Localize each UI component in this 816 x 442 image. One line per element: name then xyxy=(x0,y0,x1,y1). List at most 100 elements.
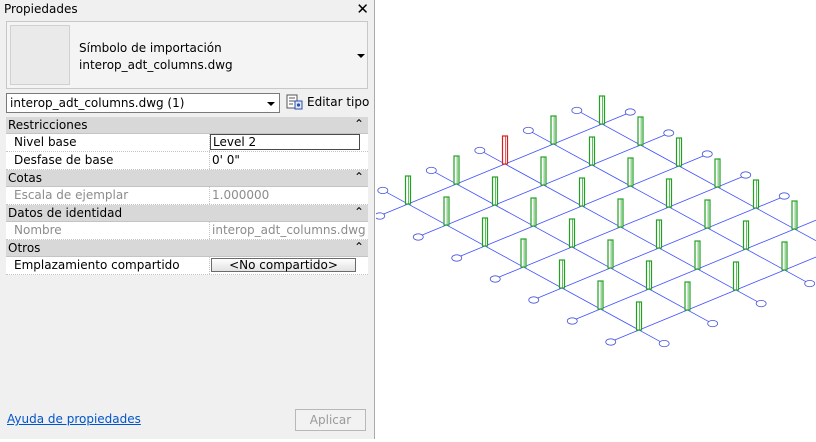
section-label: Datos de identidad xyxy=(8,206,123,220)
column xyxy=(558,259,566,289)
chevron-down-icon[interactable] xyxy=(357,54,365,58)
grid-bubble xyxy=(374,212,386,220)
dwg-columns-model[interactable] xyxy=(374,0,816,439)
column xyxy=(443,196,450,226)
palette-title-bar[interactable]: Propiedades ✕ xyxy=(0,0,374,19)
column-divider xyxy=(209,257,210,274)
instance-filter-dropdown[interactable]: interop_adt_columns.dwg (1) xyxy=(6,93,280,113)
property-label: Nivel base xyxy=(14,135,77,149)
property-row-nombre: Nombre interop_adt_columns.dwg xyxy=(6,222,368,240)
type-category: Símbolo de importación xyxy=(79,41,222,55)
grid-bubble xyxy=(740,171,752,179)
instance-filter-value: interop_adt_columns.dwg (1) xyxy=(10,96,185,110)
properties-grid: Restricciones ⌃ Nivel base Level 2 Desfa… xyxy=(6,117,368,275)
column xyxy=(491,176,499,206)
grid-bubble xyxy=(571,106,583,115)
column xyxy=(742,220,750,250)
grid-bubble xyxy=(778,192,790,200)
grid-bubble xyxy=(489,275,501,283)
column xyxy=(635,301,643,331)
escala-ejemplar-value: 1.000000 xyxy=(212,188,270,202)
column xyxy=(791,200,798,230)
column xyxy=(578,177,586,207)
collapse-icon[interactable]: ⌃ xyxy=(354,117,364,131)
grid-bubble xyxy=(425,166,437,175)
grid-bubble xyxy=(605,338,617,346)
edit-type-icon xyxy=(286,94,303,110)
grid-bubble xyxy=(474,146,486,155)
selected-column xyxy=(501,135,509,165)
section-cotas[interactable]: Cotas ⌃ xyxy=(6,170,368,187)
column xyxy=(675,137,683,167)
section-restricciones[interactable]: Restricciones ⌃ xyxy=(6,117,368,134)
type-name: interop_adt_columns.dwg xyxy=(79,58,233,72)
column xyxy=(684,281,691,311)
section-label: Otros xyxy=(8,241,41,255)
section-label: Restricciones xyxy=(8,118,88,132)
property-row-desfase-base: Desfase de base 0' 0" xyxy=(6,152,368,170)
section-datos-identidad[interactable]: Datos de identidad ⌃ xyxy=(6,205,368,222)
column xyxy=(540,156,547,186)
nivel-base-value: Level 2 xyxy=(213,135,257,149)
shared-site-button[interactable]: <No compartido> xyxy=(211,258,356,272)
grid-bubble xyxy=(377,186,389,195)
grid-bubble xyxy=(701,150,713,158)
property-row-escala-ejemplar: Escala de ejemplar 1.000000 xyxy=(6,187,368,205)
column xyxy=(637,116,644,146)
grid-bubble xyxy=(663,129,675,137)
collapse-icon[interactable]: ⌃ xyxy=(354,170,364,184)
collapse-icon[interactable]: ⌃ xyxy=(354,205,364,219)
palette-title: Propiedades xyxy=(4,2,78,16)
chevron-down-icon[interactable] xyxy=(267,102,275,106)
properties-palette: Propiedades ✕ Símbolo de importación int… xyxy=(0,0,375,439)
grid-bubble xyxy=(658,339,670,348)
section-label: Cotas xyxy=(8,171,43,185)
property-row-nivel-base: Nivel base Level 2 xyxy=(6,134,368,152)
edit-type-label: Editar tipo xyxy=(307,95,370,109)
column xyxy=(714,158,721,188)
column xyxy=(568,218,576,248)
column xyxy=(530,197,537,227)
apply-button[interactable]: Aplicar xyxy=(295,409,366,431)
column xyxy=(655,219,663,249)
column xyxy=(481,217,489,247)
type-selector[interactable]: Símbolo de importación interop_adt_colum… xyxy=(6,21,368,89)
nombre-value: interop_adt_columns.dwg xyxy=(212,223,366,237)
column xyxy=(588,136,596,166)
grid-bubble xyxy=(755,299,767,308)
section-otros[interactable]: Otros ⌃ xyxy=(6,240,368,257)
grid-bubble xyxy=(566,317,578,325)
column xyxy=(404,175,412,205)
column xyxy=(520,238,527,268)
property-row-emplazamiento-compartido: Emplazamiento compartido <No compartido> xyxy=(6,257,368,275)
property-label: Escala de ejemplar xyxy=(14,188,129,202)
property-label: Nombre xyxy=(14,223,62,237)
grid-bubble xyxy=(804,279,816,288)
column xyxy=(607,239,614,269)
property-label: Emplazamiento compartido xyxy=(14,258,180,272)
grid-bubble xyxy=(528,296,540,304)
desfase-base-field[interactable]: 0' 0" xyxy=(212,153,240,167)
3d-view[interactable] xyxy=(374,0,816,439)
type-preview-thumbnail xyxy=(10,25,70,85)
grid-bubble xyxy=(451,254,463,262)
column xyxy=(645,260,653,290)
close-icon[interactable]: ✕ xyxy=(356,0,369,18)
grid-bubble xyxy=(412,233,424,241)
column-divider xyxy=(209,187,210,204)
column xyxy=(617,198,624,228)
column xyxy=(665,178,673,208)
column xyxy=(704,199,711,229)
column xyxy=(627,157,634,187)
column-divider xyxy=(209,222,210,239)
column xyxy=(752,179,760,209)
help-link[interactable]: Ayuda de propiedades xyxy=(7,412,141,426)
collapse-icon[interactable]: ⌃ xyxy=(354,240,364,254)
column xyxy=(732,261,740,291)
column xyxy=(453,155,460,185)
property-label: Desfase de base xyxy=(14,153,114,167)
column xyxy=(781,241,788,271)
column xyxy=(598,95,606,125)
nivel-base-field[interactable]: Level 2 xyxy=(210,134,360,150)
grid-bubble xyxy=(522,126,534,135)
